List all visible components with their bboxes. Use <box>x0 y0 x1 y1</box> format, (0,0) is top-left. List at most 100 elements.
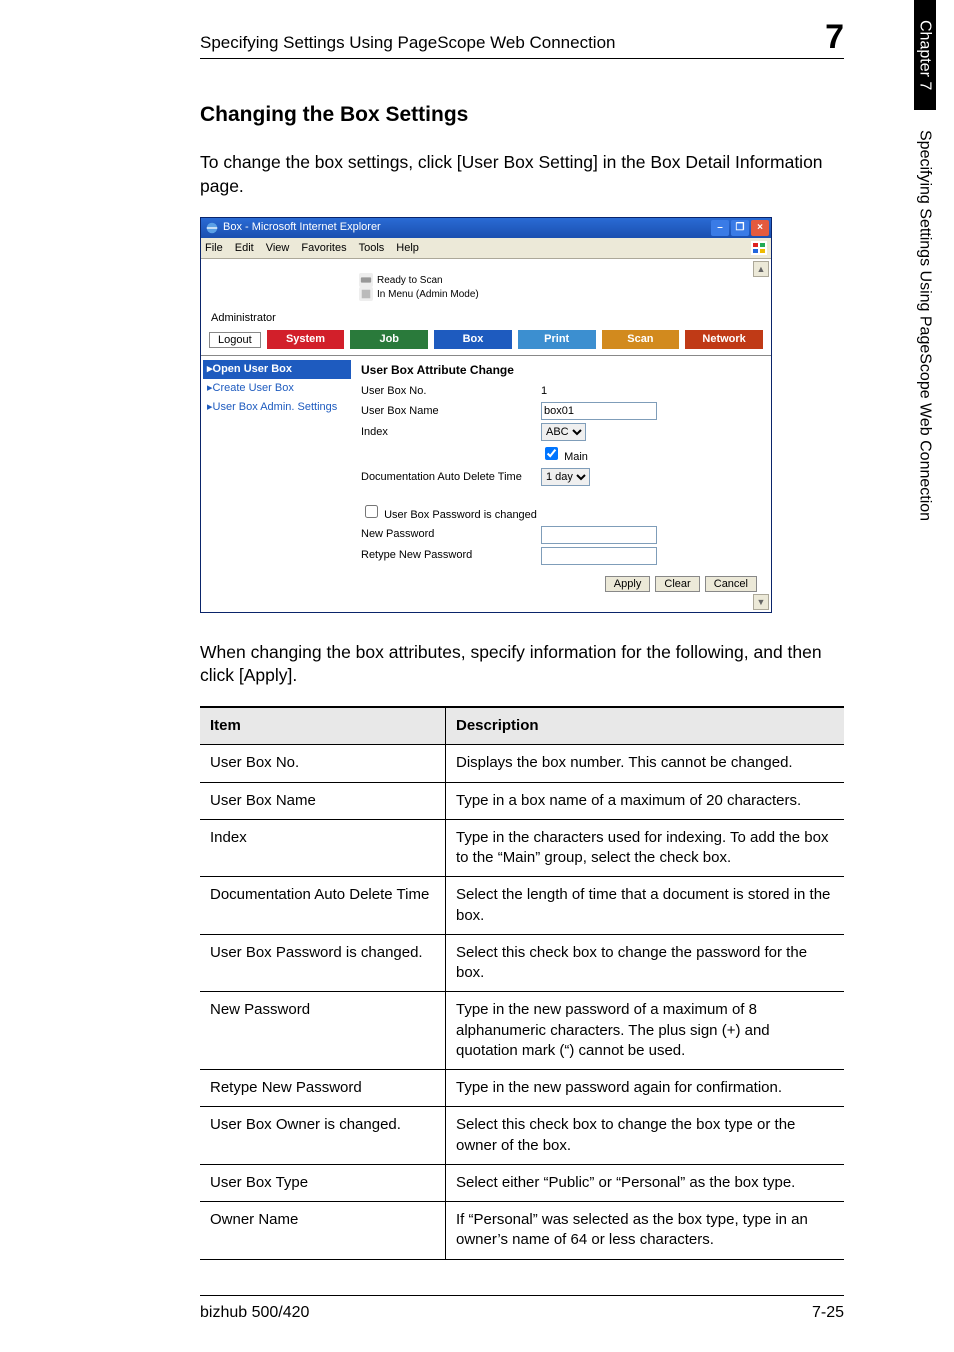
ie-icon <box>205 221 219 235</box>
checkbox-main[interactable] <box>545 447 558 460</box>
label-main: Main <box>564 451 588 463</box>
intro-paragraph: To change the box settings, click [User … <box>200 151 844 198</box>
section-title: Changing the Box Settings <box>200 101 844 129</box>
table-row: Owner NameIf “Personal” was selected as … <box>200 1202 844 1260</box>
select-auto-delete[interactable]: 1 day <box>541 468 590 486</box>
close-button[interactable]: × <box>751 220 769 236</box>
page: Chapter 7 Specifying Settings Using Page… <box>0 0 954 1352</box>
page-footer: bizhub 500/420 7-25 <box>200 1295 844 1324</box>
table-row: User Box TypeSelect either “Public” or “… <box>200 1164 844 1201</box>
menu-tools[interactable]: Tools <box>359 241 385 256</box>
status-line-2: In Menu (Admin Mode) <box>377 289 479 300</box>
spec-table-body: User Box No.Displays the box number. Thi… <box>200 745 844 1259</box>
browser-content: ▲ Ready to Scan In Menu (Admin Mode) Adm… <box>201 259 771 611</box>
minimize-button[interactable]: – <box>711 220 729 236</box>
cell-desc: Type in a box name of a maximum of 20 ch… <box>446 782 845 819</box>
cell-desc: Type in the new password again for confi… <box>446 1070 845 1107</box>
cell-item: Owner Name <box>200 1202 446 1260</box>
label-index: Index <box>361 425 541 440</box>
footer-left: bizhub 500/420 <box>200 1302 309 1324</box>
table-row: User Box NameType in a box name of a max… <box>200 782 844 819</box>
table-row: New PasswordType in the new password of … <box>200 992 844 1070</box>
cell-desc: Type in the new password of a maximum of… <box>446 992 845 1070</box>
table-row: Documentation Auto Delete TimeSelect the… <box>200 877 844 935</box>
checkbox-main-wrapper[interactable]: Main <box>541 444 588 465</box>
nav-create-user-box[interactable]: ▸Create User Box <box>203 379 351 398</box>
content-columns: ▸Open User Box ▸Create User Box ▸User Bo… <box>201 356 771 612</box>
tab-network[interactable]: Network <box>685 330 763 349</box>
chapter-tab: Chapter 7 <box>914 0 936 110</box>
form-area: User Box Attribute Change User Box No. 1… <box>351 356 771 612</box>
device-status: Ready to Scan In Menu (Admin Mode) <box>201 269 771 309</box>
tab-print[interactable]: Print <box>518 330 596 349</box>
clear-button[interactable]: Clear <box>655 576 699 592</box>
apply-button[interactable]: Apply <box>605 576 651 592</box>
running-header: Specifying Settings Using PageScope Web … <box>200 20 844 59</box>
scroll-down-button[interactable]: ▼ <box>753 594 769 610</box>
input-retype-pw[interactable] <box>541 547 657 565</box>
cell-desc: If “Personal” was selected as the box ty… <box>446 1202 845 1260</box>
footer-right: 7-25 <box>812 1302 844 1324</box>
cell-item: Retype New Password <box>200 1070 446 1107</box>
table-row: User Box Owner is changed.Select this ch… <box>200 1107 844 1165</box>
cell-desc: Displays the box number. This cannot be … <box>446 745 845 782</box>
label-user-box-no: User Box No. <box>361 384 541 399</box>
label-retype-pw: Retype New Password <box>361 548 541 563</box>
section-tab: Specifying Settings Using PageScope Web … <box>914 120 936 640</box>
value-user-box-no: 1 <box>541 384 547 399</box>
table-row: Retype New PasswordType in the new passw… <box>200 1070 844 1107</box>
scroll-up-button[interactable]: ▲ <box>753 261 769 277</box>
cell-desc: Select this check box to change the pass… <box>446 934 845 992</box>
scanner-icon <box>359 273 373 287</box>
checkbox-pw-changed-wrapper[interactable]: User Box Password is changed <box>361 502 537 523</box>
logout-button[interactable]: Logout <box>209 332 261 348</box>
cell-desc: Type in the characters used for indexing… <box>446 819 845 877</box>
menu-favorites[interactable]: Favorites <box>301 241 346 256</box>
label-auto-delete: Documentation Auto Delete Time <box>361 470 541 485</box>
tab-job[interactable]: Job <box>350 330 428 349</box>
menu-icon <box>359 287 373 301</box>
after-shot-paragraph: When changing the box attributes, specif… <box>200 641 844 688</box>
cell-item: Documentation Auto Delete Time <box>200 877 446 935</box>
menu-view[interactable]: View <box>266 241 290 256</box>
cell-item: User Box No. <box>200 745 446 782</box>
input-user-box-name[interactable] <box>541 402 657 420</box>
window-title: Box - Microsoft Internet Explorer <box>223 220 381 235</box>
tab-system[interactable]: System <box>267 330 345 349</box>
cell-item: User Box Type <box>200 1164 446 1201</box>
admin-label: Administrator <box>201 309 771 330</box>
side-tabs: Chapter 7 Specifying Settings Using Page… <box>914 0 954 1352</box>
cell-desc: Select this check box to change the box … <box>446 1107 845 1165</box>
select-index[interactable]: ABC <box>541 423 586 441</box>
tab-box[interactable]: Box <box>434 330 512 349</box>
cell-desc: Select the length of time that a documen… <box>446 877 845 935</box>
cell-item: Index <box>200 819 446 877</box>
checkbox-pw-changed[interactable] <box>365 505 378 518</box>
nav-open-user-box[interactable]: ▸Open User Box <box>203 360 351 379</box>
nav-box-admin-settings[interactable]: ▸User Box Admin. Settings <box>203 398 351 417</box>
menu-edit[interactable]: Edit <box>235 241 254 256</box>
input-new-pw[interactable] <box>541 526 657 544</box>
form-buttons: Apply Clear Cancel <box>361 568 761 602</box>
label-new-pw: New Password <box>361 527 541 542</box>
spec-table: Item Description User Box No.Displays th… <box>200 706 844 1260</box>
section-label: Specifying Settings Using PageScope Web … <box>914 130 936 521</box>
label-pw-changed: User Box Password is changed <box>384 509 537 521</box>
tab-scan[interactable]: Scan <box>602 330 680 349</box>
ie-logo-icon <box>751 241 767 255</box>
cell-item: User Box Owner is changed. <box>200 1107 446 1165</box>
side-nav: ▸Open User Box ▸Create User Box ▸User Bo… <box>201 356 351 612</box>
table-row: IndexType in the characters used for ind… <box>200 819 844 877</box>
cell-item: User Box Password is changed. <box>200 934 446 992</box>
cancel-button[interactable]: Cancel <box>705 576 757 592</box>
label-user-box-name: User Box Name <box>361 404 541 419</box>
cell-item: New Password <box>200 992 446 1070</box>
table-row: User Box No.Displays the box number. Thi… <box>200 745 844 782</box>
menu-help[interactable]: Help <box>396 241 419 256</box>
browser-menubar: File Edit View Favorites Tools Help <box>201 238 771 260</box>
cell-desc: Select either “Public” or “Personal” as … <box>446 1164 845 1201</box>
menu-file[interactable]: File <box>205 241 223 256</box>
status-line-1: Ready to Scan <box>377 275 443 286</box>
window-titlebar: Box - Microsoft Internet Explorer – ❐ × <box>201 218 771 238</box>
maximize-button[interactable]: ❐ <box>731 220 749 236</box>
